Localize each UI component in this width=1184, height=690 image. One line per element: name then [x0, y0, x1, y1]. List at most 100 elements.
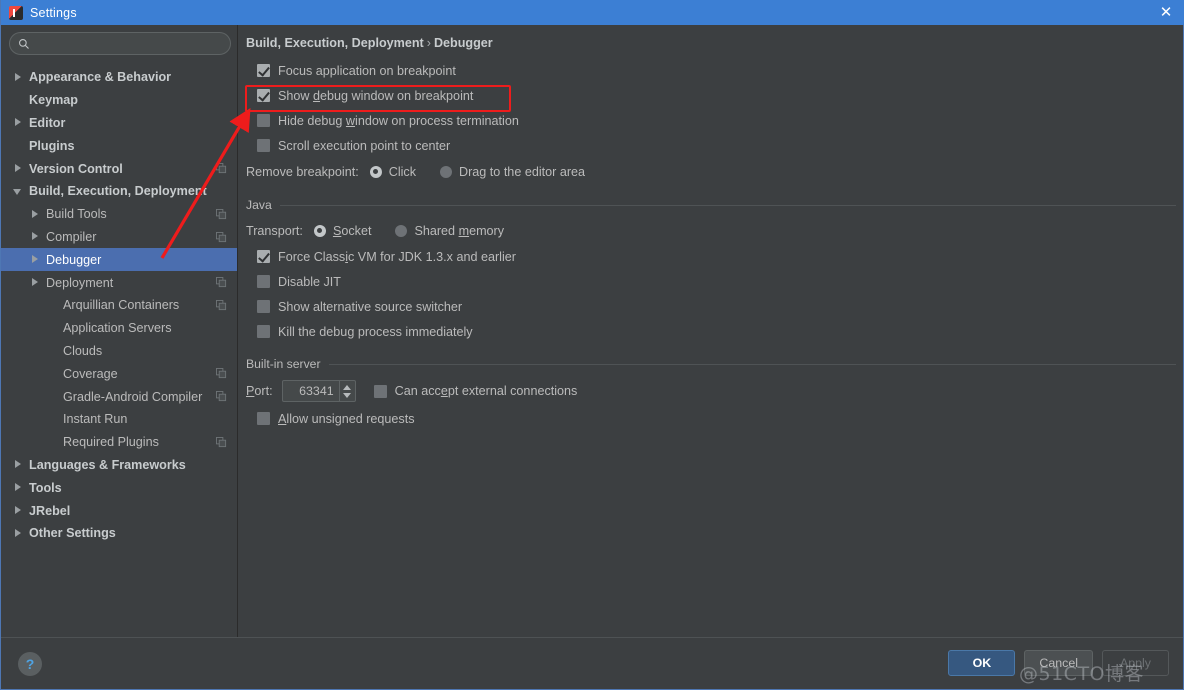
radio-shared-memory[interactable]: Shared memory [395, 224, 504, 238]
remove-breakpoint-options: Click Drag to the editor area [370, 165, 585, 179]
checkbox-box[interactable] [257, 412, 270, 425]
builtin-server-section-title: Built-in server [246, 357, 321, 371]
sidebar-item-version-control[interactable]: Version Control [1, 157, 237, 180]
breadcrumb-separator: › [424, 36, 434, 50]
chevron-right-icon[interactable] [13, 163, 24, 174]
sidebar-item-label: Appearance & Behavior [29, 70, 171, 84]
radio-socket[interactable]: Socket [314, 224, 372, 238]
radio-button[interactable] [395, 225, 407, 237]
help-icon[interactable]: ? [18, 652, 42, 676]
checkbox-box[interactable] [257, 250, 270, 263]
sidebar-item-keymap[interactable]: Keymap [1, 89, 237, 112]
chevron-down-icon[interactable] [13, 186, 24, 197]
java-section-title: Java [246, 198, 272, 212]
checkbox-kill-the-debug-process-immediately[interactable]: Kill the debug process immediately [246, 319, 1184, 344]
sidebar-item-build-execution-deployment[interactable]: Build, Execution, Deployment [1, 180, 237, 203]
sidebar-item-appearance-behavior[interactable]: Appearance & Behavior [1, 66, 237, 89]
radio-button[interactable] [440, 166, 452, 178]
checkbox-label: Kill the debug process immediately [278, 325, 473, 339]
chevron-right-icon[interactable] [13, 117, 24, 128]
sidebar-item-deployment[interactable]: Deployment [1, 271, 237, 294]
radio-click[interactable]: Click [370, 165, 416, 179]
checkbox-scroll-execution-point-to-center[interactable]: Scroll execution point to center [246, 133, 1184, 158]
title-bar: Settings ✕ [1, 0, 1184, 25]
chevron-right-icon[interactable] [30, 209, 41, 220]
sidebar-item-arquillian-containers[interactable]: Arquillian Containers [1, 294, 237, 317]
external-connections-label: Can accept external connections [395, 384, 578, 398]
dialog-buttons: OKCancelApply [948, 650, 1169, 676]
sidebar-item-build-tools[interactable]: Build Tools [1, 203, 237, 226]
radio-drag-to-the-editor-area[interactable]: Drag to the editor area [440, 165, 585, 179]
search-box[interactable] [9, 32, 231, 55]
checkbox-box[interactable] [257, 64, 270, 77]
checkbox-box[interactable] [257, 114, 270, 127]
checkbox-force-classic-vm-for-jdk-1-3-x-and-earlier[interactable]: Force Classic VM for JDK 1.3.x and earli… [246, 244, 1184, 269]
sidebar-item-required-plugins[interactable]: Required Plugins [1, 431, 237, 454]
sidebar-item-label: Other Settings [29, 526, 116, 540]
sidebar-item-other-settings[interactable]: Other Settings [1, 522, 237, 545]
sidebar-item-coverage[interactable]: Coverage [1, 362, 237, 385]
search-input[interactable] [36, 37, 216, 51]
sidebar-item-plugins[interactable]: Plugins [1, 134, 237, 157]
ok-button[interactable]: OK [948, 650, 1015, 676]
checkbox-label: Scroll execution point to center [278, 139, 450, 153]
sidebar-item-clouds[interactable]: Clouds [1, 340, 237, 363]
sidebar-item-compiler[interactable]: Compiler [1, 226, 237, 249]
checkbox-box[interactable] [257, 139, 270, 152]
chevron-right-icon[interactable] [13, 482, 24, 493]
sidebar-item-instant-run[interactable]: Instant Run [1, 408, 237, 431]
sidebar-item-editor[interactable]: Editor [1, 112, 237, 135]
chevron-up-icon[interactable] [343, 385, 351, 390]
general-options-group: Focus application on breakpoint Show debu… [246, 58, 1184, 158]
sidebar-item-application-servers[interactable]: Application Servers [1, 317, 237, 340]
project-settings-icon [216, 368, 227, 379]
checkbox-box[interactable] [374, 385, 387, 398]
checkbox-label: Hide debug window on process termination [278, 114, 519, 128]
checkbox-label: Force Classic VM for JDK 1.3.x and earli… [278, 250, 516, 264]
checkbox-box[interactable] [257, 325, 270, 338]
tree-spacer [47, 437, 58, 448]
sidebar-item-gradle-android-compiler[interactable]: Gradle-Android Compiler [1, 385, 237, 408]
cancel-button[interactable]: Cancel [1024, 650, 1093, 676]
chevron-right-icon[interactable] [30, 254, 41, 265]
radio-label: Shared memory [414, 224, 504, 238]
checkbox-label: Show debug window on breakpoint [278, 89, 473, 103]
sidebar-item-tools[interactable]: Tools [1, 476, 237, 499]
spinner-arrows[interactable] [339, 381, 355, 401]
checkbox-disable-jit[interactable]: Disable JIT [246, 269, 1184, 294]
tree-spacer [47, 391, 58, 402]
chevron-right-icon[interactable] [13, 72, 24, 83]
allow-unsigned-checkbox[interactable]: Allow unsigned requests [246, 406, 1184, 431]
sidebar-item-debugger[interactable]: Debugger [1, 248, 237, 271]
chevron-down-icon[interactable] [343, 393, 351, 398]
sidebar-item-label: Deployment [46, 276, 113, 290]
project-settings-icon [216, 163, 227, 174]
port-label: Port: [246, 384, 273, 398]
checkbox-show-debug-window-on-breakpoint[interactable]: Show debug window on breakpoint [246, 83, 1184, 108]
port-spinner[interactable] [282, 380, 356, 402]
close-icon[interactable]: ✕ [1153, 3, 1179, 22]
checkbox-focus-application-on-breakpoint[interactable]: Focus application on breakpoint [246, 58, 1184, 83]
tree-spacer [47, 323, 58, 334]
external-connections-checkbox[interactable]: Can accept external connections [374, 384, 578, 398]
radio-button[interactable] [314, 225, 326, 237]
radio-button[interactable] [370, 166, 382, 178]
breadcrumb-parent: Build, Execution, Deployment [246, 36, 424, 50]
checkbox-box[interactable] [257, 89, 270, 102]
checkbox-hide-debug-window-on-process-termination[interactable]: Hide debug window on process termination [246, 108, 1184, 133]
checkbox-box[interactable] [257, 275, 270, 288]
radio-label: Click [389, 165, 416, 179]
checkbox-label: Show alternative source switcher [278, 300, 462, 314]
sidebar-item-jrebel[interactable]: JRebel [1, 499, 237, 522]
chevron-right-icon[interactable] [30, 231, 41, 242]
port-input[interactable] [283, 381, 339, 401]
chevron-right-icon[interactable] [30, 277, 41, 288]
checkbox-box[interactable] [257, 300, 270, 313]
chevron-right-icon[interactable] [13, 528, 24, 539]
checkbox-show-alternative-source-switcher[interactable]: Show alternative source switcher [246, 294, 1184, 319]
sidebar-item-label: Required Plugins [63, 435, 159, 449]
chevron-right-icon[interactable] [13, 505, 24, 516]
chevron-right-icon[interactable] [13, 459, 24, 470]
sidebar-item-languages-frameworks[interactable]: Languages & Frameworks [1, 454, 237, 477]
builtin-server-section-header: Built-in server [246, 357, 1176, 371]
